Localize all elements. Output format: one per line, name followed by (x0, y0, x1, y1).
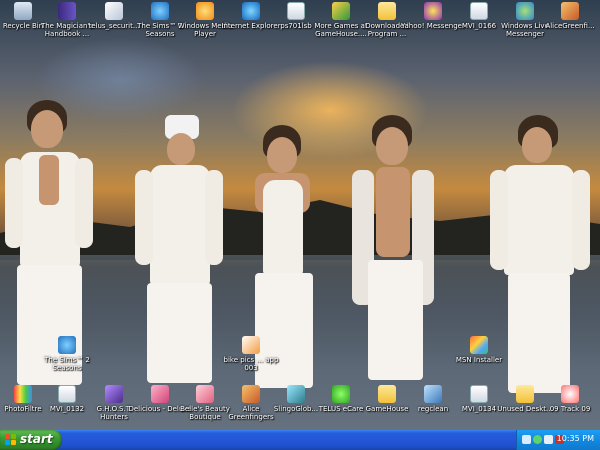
desktop-icon-alice-greenfingers-top[interactable]: AliceGreenfi... (538, 2, 600, 30)
game-icon (151, 385, 169, 403)
sims-icon (151, 2, 169, 20)
installer-icon (105, 2, 123, 20)
desktop-icon-label: AliceGreenfi... (545, 22, 595, 30)
desktop-icon-label: 09 Track 09 (549, 405, 591, 413)
game-icon (196, 385, 214, 403)
image-file-icon (242, 336, 260, 354)
video-file-icon (470, 2, 488, 20)
media-player-icon (196, 2, 214, 20)
sims-icon (58, 336, 76, 354)
desktop-icon-msn-installer[interactable]: MSN Installer (447, 336, 511, 364)
file-icon (287, 2, 305, 20)
taskbar-clock[interactable]: 10:35 PM (557, 434, 594, 443)
photofiltre-icon (14, 385, 32, 403)
start-button[interactable]: start (0, 430, 62, 450)
game-icon (561, 2, 579, 20)
desktop-icon-sims-2-seasons-2[interactable]: The Sims™ 2 Seasons (35, 336, 99, 372)
folder-icon (378, 385, 396, 403)
internet-explorer-icon (242, 2, 260, 20)
game-icon (287, 385, 305, 403)
folder-icon (378, 2, 396, 20)
book-icon (58, 2, 76, 20)
volume-icon[interactable] (544, 435, 553, 444)
desktop-icon-09-track-09[interactable]: 09 Track 09 (538, 385, 600, 413)
live-messenger-icon (516, 2, 534, 20)
wallpaper-figure-4 (352, 115, 437, 385)
desktop-icon-label: The Sims™ 2 Seasons (44, 356, 90, 372)
msn-installer-icon (470, 336, 488, 354)
audio-file-icon (561, 385, 579, 403)
system-tray: 10:35 PM (516, 430, 600, 450)
game-icon (105, 385, 123, 403)
desktop-icon-label: MSN Installer (455, 356, 503, 364)
taskbar: start 10:35 PM (0, 430, 600, 450)
registry-icon (424, 385, 442, 403)
messenger-tray-icon[interactable] (533, 435, 542, 444)
network-icon[interactable] (522, 435, 531, 444)
gamehouse-icon (332, 2, 350, 20)
video-file-icon (470, 385, 488, 403)
telus-icon (332, 385, 350, 403)
video-file-icon (58, 385, 76, 403)
yahoo-messenger-icon (424, 2, 442, 20)
desktop-icon-label: bike pics ... app 003 (223, 356, 279, 372)
wallpaper-figure-2 (135, 115, 225, 385)
desktop-icon-bike-pics[interactable]: bike pics ... app 003 (219, 336, 283, 372)
start-label: start (20, 432, 53, 446)
recycle-bin-icon (14, 2, 32, 20)
game-icon (242, 385, 260, 403)
folder-icon (516, 385, 534, 403)
windows-logo-icon (5, 434, 17, 446)
